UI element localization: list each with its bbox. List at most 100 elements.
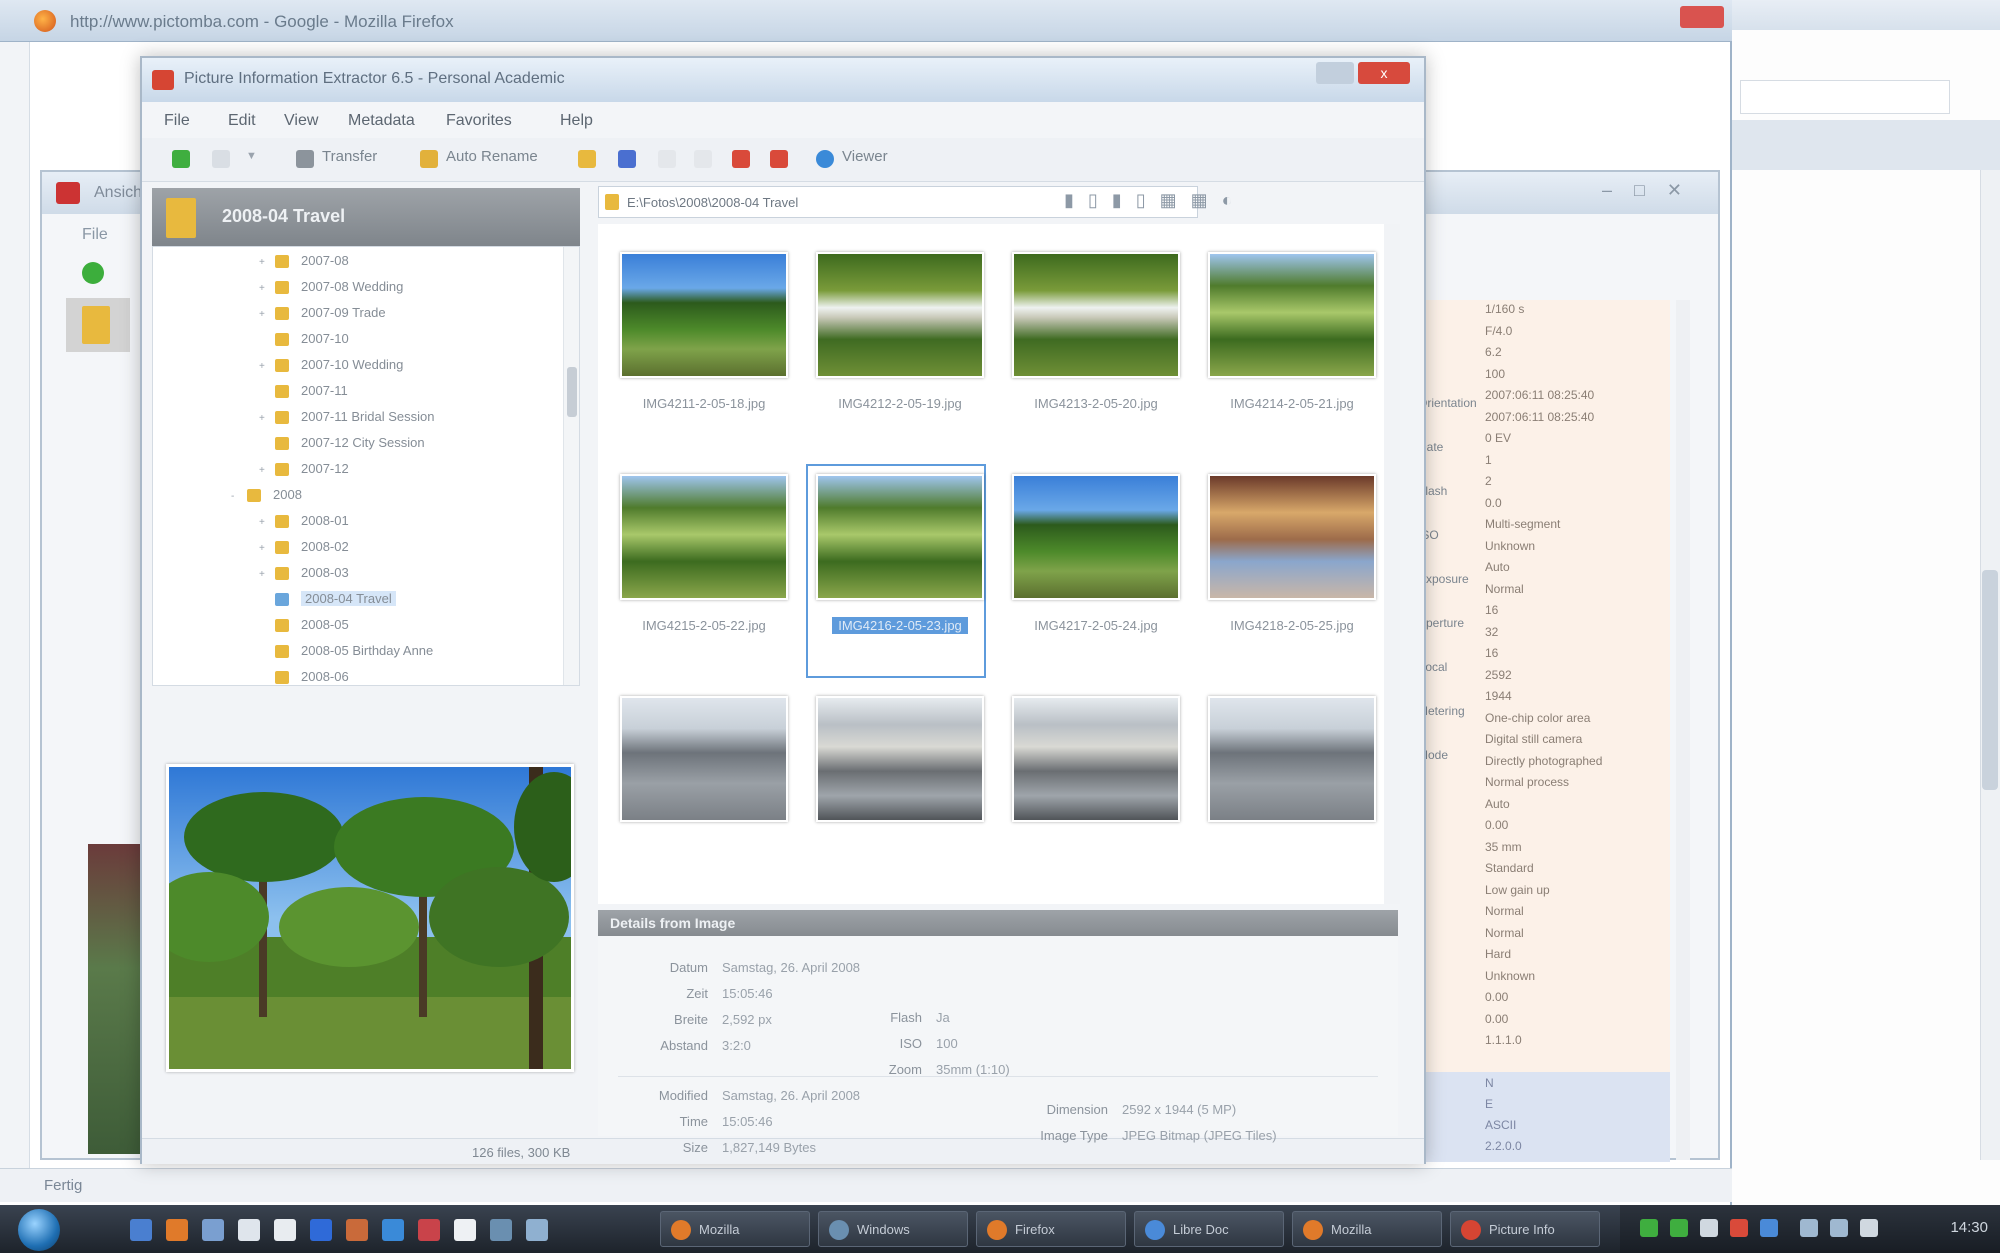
thumbnail-image[interactable] (816, 252, 984, 378)
thumbnail[interactable] (1200, 688, 1376, 898)
thumbnail-image[interactable] (620, 474, 788, 600)
tree-item[interactable]: 2008-05 (259, 617, 349, 641)
window-icon[interactable] (526, 1219, 548, 1241)
expand-icon[interactable]: + (259, 257, 275, 268)
thumbnail[interactable] (612, 688, 788, 898)
thumbnail-image[interactable] (620, 252, 788, 378)
background-browser-titlebar[interactable]: http://www.pictomba.com - Google - Mozil… (0, 0, 1732, 42)
tree-scrollbar[interactable] (563, 247, 579, 685)
thumbnail[interactable]: IMG4215-2-05-22.jpg (612, 466, 788, 676)
scrollbar-thumb[interactable] (1982, 570, 1998, 790)
document-icon[interactable] (238, 1219, 260, 1241)
tree-item[interactable]: +2007-10 Wedding (259, 357, 403, 381)
view-mode-buttons[interactable]: ▮▯▮▯▦▦◐ (1064, 190, 1247, 211)
refresh-icon[interactable] (82, 262, 104, 284)
grid-icon[interactable] (658, 150, 676, 168)
expand-icon[interactable]: + (259, 543, 275, 554)
grid-scrollbar[interactable] (1384, 224, 1400, 904)
text-icon[interactable] (454, 1219, 476, 1241)
tree-item[interactable]: - 2008 (231, 487, 302, 511)
menu-view[interactable]: View (284, 112, 318, 130)
tree-item[interactable]: 2008-04 Travel (259, 591, 396, 615)
thumbnail-image[interactable] (1012, 474, 1180, 600)
taskbar-button[interactable]: Windows (818, 1211, 968, 1247)
clock[interactable]: 14:30 (1950, 1219, 1988, 1236)
folder-icon[interactable] (490, 1219, 512, 1241)
expand-icon[interactable]: + (259, 413, 275, 424)
menu-edit[interactable]: Edit (228, 112, 256, 130)
thumbnail-image[interactable] (620, 696, 788, 822)
start-button[interactable] (18, 1209, 60, 1251)
expand-icon[interactable]: + (259, 309, 275, 320)
thumbnail[interactable]: IMG4218-2-05-25.jpg (1200, 466, 1376, 676)
expand-icon[interactable]: + (259, 517, 275, 528)
right-panel-search-input[interactable] (1740, 80, 1950, 114)
menu-help[interactable]: Help (560, 112, 593, 130)
transfer-button[interactable]: Transfer (322, 148, 377, 165)
taskbar-button[interactable]: Libre Doc (1134, 1211, 1284, 1247)
volume-icon[interactable] (1800, 1219, 1818, 1237)
exif-menu-file[interactable]: File (82, 226, 108, 244)
tree-item[interactable]: 2008-05 Birthday Anne (259, 643, 433, 667)
menu-metadata[interactable]: Metadata (348, 112, 415, 130)
thumbnail-image[interactable] (816, 474, 984, 600)
copy-icon[interactable] (694, 150, 712, 168)
network-icon[interactable] (1640, 1219, 1658, 1237)
alert-icon[interactable] (1730, 1219, 1748, 1237)
tree-item[interactable]: +2007-09 Trade (259, 305, 386, 329)
firefox-icon[interactable] (166, 1219, 188, 1241)
media-icon[interactable] (346, 1219, 368, 1241)
close-icon[interactable] (1680, 6, 1724, 28)
minimize-button[interactable] (1316, 62, 1354, 84)
security-icon[interactable] (1670, 1219, 1688, 1237)
mail-icon[interactable] (382, 1219, 404, 1241)
forward-icon[interactable] (212, 150, 230, 168)
thumbnail[interactable]: IMG4217-2-05-24.jpg (1004, 466, 1180, 676)
tree-item[interactable]: +2008-01 (259, 513, 349, 537)
taskbar-button[interactable]: Firefox (976, 1211, 1126, 1247)
app-icon[interactable] (418, 1219, 440, 1241)
tree-item[interactable]: +2008-02 (259, 539, 349, 563)
bluetooth-icon[interactable] (1760, 1219, 1778, 1237)
expand-icon[interactable]: + (259, 569, 275, 580)
tree-item[interactable]: 2008-06 (259, 669, 349, 685)
explorer-icon[interactable] (202, 1219, 224, 1241)
window-controls[interactable]: –□✕ (1602, 180, 1704, 201)
expand-icon[interactable]: + (259, 465, 275, 476)
tree-item[interactable]: +2007-08 Wedding (259, 279, 403, 303)
right-panel-scrollbar[interactable] (1980, 170, 2000, 1160)
auto-rename-button[interactable]: Auto Rename (446, 148, 538, 165)
tree-item[interactable]: +2008-03 (259, 565, 349, 589)
thumbnail-image[interactable] (1012, 252, 1180, 378)
taskbar-button[interactable]: Mozilla (660, 1211, 810, 1247)
close-button[interactable]: x (1358, 62, 1410, 84)
taskbar-button[interactable]: Picture Info (1450, 1211, 1600, 1247)
tree-item[interactable]: +2007-11 Bridal Session (259, 409, 434, 433)
thumbnail-image[interactable] (1208, 474, 1376, 600)
tree-item[interactable]: 2007-11 (259, 383, 348, 407)
expand-icon[interactable]: + (259, 283, 275, 294)
taskbar-button[interactable]: Mozilla (1292, 1211, 1442, 1247)
collapse-icon[interactable]: - (231, 491, 247, 502)
window-titlebar[interactable]: Picture Information Extractor 6.5 - Pers… (142, 58, 1424, 102)
notepad-icon[interactable] (274, 1219, 296, 1241)
ie-icon[interactable] (310, 1219, 332, 1241)
tree-item[interactable]: +2007-08 (259, 253, 349, 277)
folder-icon[interactable] (578, 150, 596, 168)
expand-icon[interactable]: + (259, 361, 275, 372)
desktop-icon[interactable] (130, 1219, 152, 1241)
thumbnail[interactable] (808, 688, 984, 898)
thumbnail-image[interactable] (1208, 696, 1376, 822)
tree-item[interactable]: 2007-10 (259, 331, 349, 355)
thumbnail[interactable] (1004, 688, 1180, 898)
language-icon[interactable] (1860, 1219, 1878, 1237)
back-icon[interactable] (172, 150, 190, 168)
viewer-button[interactable]: Viewer (842, 148, 888, 165)
tree-item[interactable]: +2007-12 (259, 461, 349, 485)
thumbnail[interactable]: IMG4211-2-05-18.jpg (612, 244, 788, 454)
rotate-right-icon[interactable] (770, 150, 788, 168)
menu-file[interactable]: File (164, 112, 190, 130)
exif-scrollbar[interactable] (1676, 300, 1690, 1160)
thumbnail[interactable]: IMG4212-2-05-19.jpg (808, 244, 984, 454)
rotate-left-icon[interactable] (732, 150, 750, 168)
